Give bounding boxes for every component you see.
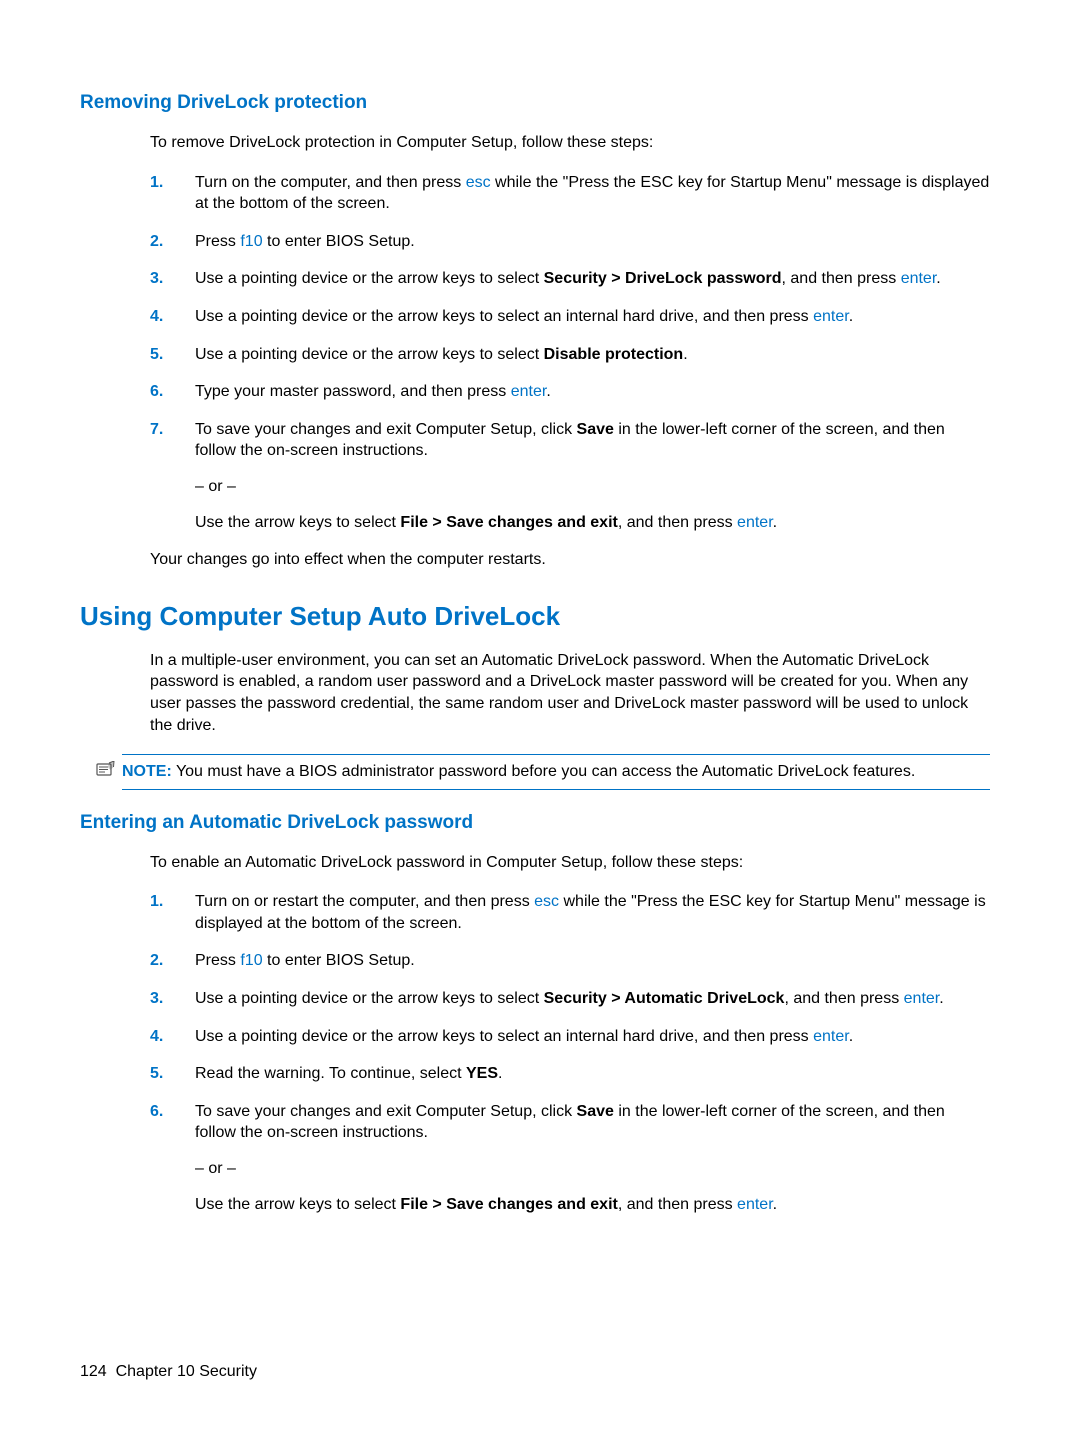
alt-instruction: Use the arrow keys to select File > Save… — [195, 512, 990, 534]
key-enter: enter — [904, 990, 940, 1007]
text: Use the arrow keys to select — [195, 514, 400, 531]
text: . — [546, 383, 550, 400]
step-6: Type your master password, and then pres… — [150, 381, 990, 403]
text: To save your changes and exit Computer S… — [195, 1103, 577, 1120]
text: to enter BIOS Setup. — [263, 952, 415, 969]
note-text: You must have a BIOS administrator passw… — [172, 763, 916, 780]
text: Use a pointing device or the arrow keys … — [195, 346, 544, 363]
step-1: Turn on or restart the computer, and the… — [150, 891, 990, 934]
step-3: Use a pointing device or the arrow keys … — [150, 268, 990, 290]
section1-body: To remove DriveLock protection in Comput… — [150, 132, 990, 571]
text: Turn on the computer, and then press — [195, 174, 466, 191]
bold-save: Save — [577, 1103, 614, 1120]
step-6: To save your changes and exit Computer S… — [150, 1101, 990, 1215]
or-divider: – or – — [195, 476, 990, 498]
note-label: NOTE: — [122, 763, 172, 780]
bold-disable: Disable protection — [544, 346, 684, 363]
key-esc: esc — [466, 174, 491, 191]
text: Type your master password, and then pres… — [195, 383, 511, 400]
text: Read the warning. To continue, select — [195, 1065, 466, 1082]
bold-file-save: File > Save changes and exit — [400, 1196, 617, 1213]
key-enter: enter — [901, 270, 937, 287]
text: Use the arrow keys to select — [195, 1196, 400, 1213]
note-block: NOTE: You must have a BIOS administrator… — [122, 754, 990, 790]
section2-intro: In a multiple-user environment, you can … — [150, 650, 990, 736]
step-5: Read the warning. To continue, select YE… — [150, 1063, 990, 1085]
text: Use a pointing device or the arrow keys … — [195, 1028, 813, 1045]
bold-save: Save — [577, 421, 614, 438]
section1-outro: Your changes go into effect when the com… — [150, 549, 990, 571]
key-enter: enter — [737, 514, 773, 531]
key-enter: enter — [511, 383, 547, 400]
section1-steps: Turn on the computer, and then press esc… — [150, 172, 990, 534]
key-enter: enter — [737, 1196, 773, 1213]
key-f10: f10 — [240, 233, 262, 250]
text: . — [936, 270, 940, 287]
text: . — [683, 346, 687, 363]
bold-path: Security > DriveLock password — [544, 270, 782, 287]
text: . — [498, 1065, 502, 1082]
text: . — [849, 308, 853, 325]
text: Use a pointing device or the arrow keys … — [195, 308, 813, 325]
bold-path: Security > Automatic DriveLock — [544, 990, 785, 1007]
text: To save your changes and exit Computer S… — [195, 421, 577, 438]
text: , and then press — [618, 514, 737, 531]
note-icon — [96, 761, 116, 779]
page: Removing DriveLock protection To remove … — [0, 0, 1080, 1437]
step-4: Use a pointing device or the arrow keys … — [150, 1026, 990, 1048]
bold-yes: YES — [466, 1065, 498, 1082]
heading-entering-auto-drivelock: Entering an Automatic DriveLock password — [80, 812, 1000, 834]
section1-intro: To remove DriveLock protection in Comput… — [150, 132, 990, 154]
text: Press — [195, 233, 240, 250]
bold-file-save: File > Save changes and exit — [400, 514, 617, 531]
section2-body: In a multiple-user environment, you can … — [150, 650, 990, 736]
step-2: Press f10 to enter BIOS Setup. — [150, 231, 990, 253]
step-5: Use a pointing device or the arrow keys … — [150, 344, 990, 366]
step-2: Press f10 to enter BIOS Setup. — [150, 950, 990, 972]
text: . — [773, 1196, 777, 1213]
text: , and then press — [782, 270, 901, 287]
text: , and then press — [784, 990, 903, 1007]
page-footer: 124 Chapter 10 Security — [80, 1363, 257, 1381]
text: . — [773, 514, 777, 531]
step-4: Use a pointing device or the arrow keys … — [150, 306, 990, 328]
heading-using-auto-drivelock: Using Computer Setup Auto DriveLock — [80, 601, 1000, 632]
text: to enter BIOS Setup. — [263, 233, 415, 250]
text: Turn on or restart the computer, and the… — [195, 893, 534, 910]
text: Use a pointing device or the arrow keys … — [195, 990, 544, 1007]
text: Press — [195, 952, 240, 969]
text: . — [849, 1028, 853, 1045]
or-divider: – or – — [195, 1158, 990, 1180]
page-number: 124 — [80, 1363, 107, 1380]
heading-removing-drivelock: Removing DriveLock protection — [80, 92, 1000, 114]
key-enter: enter — [813, 308, 849, 325]
key-f10: f10 — [240, 952, 262, 969]
section3-steps: Turn on or restart the computer, and the… — [150, 891, 990, 1215]
step-7: To save your changes and exit Computer S… — [150, 419, 990, 533]
key-esc: esc — [534, 893, 559, 910]
section3-body: To enable an Automatic DriveLock passwor… — [150, 852, 990, 1216]
text: Use a pointing device or the arrow keys … — [195, 270, 544, 287]
step-3: Use a pointing device or the arrow keys … — [150, 988, 990, 1010]
chapter-label: Chapter 10 Security — [116, 1363, 257, 1380]
text: . — [939, 990, 943, 1007]
key-enter: enter — [813, 1028, 849, 1045]
step-1: Turn on the computer, and then press esc… — [150, 172, 990, 215]
section3-intro: To enable an Automatic DriveLock passwor… — [150, 852, 990, 874]
text: , and then press — [618, 1196, 737, 1213]
alt-instruction: Use the arrow keys to select File > Save… — [195, 1194, 990, 1216]
